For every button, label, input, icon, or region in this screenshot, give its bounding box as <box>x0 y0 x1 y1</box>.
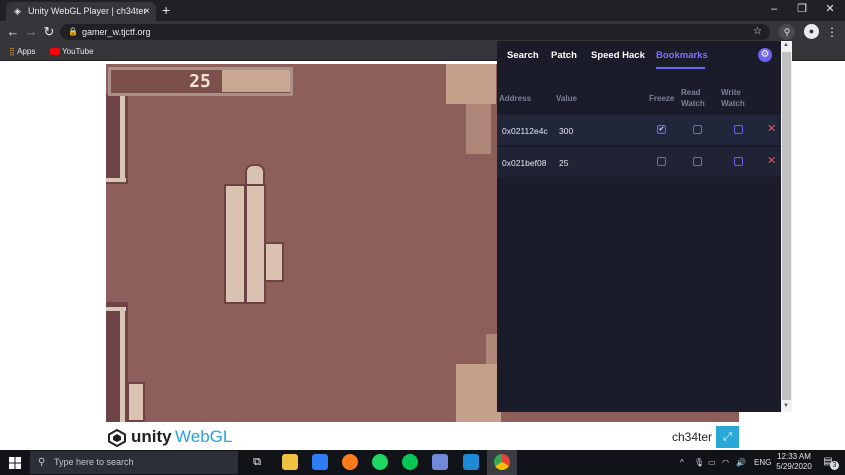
back-arrow-icon[interactable]: ← <box>4 21 22 43</box>
row-address: 0x021bef08 <box>502 158 547 168</box>
crate-seam <box>244 184 247 304</box>
search-icon: ⚲ <box>38 457 46 468</box>
row-address: 0x02112e4c <box>502 126 548 136</box>
scrollbar-thumb[interactable] <box>782 52 791 400</box>
hud-bar <box>222 70 290 92</box>
bookmark-star-icon[interactable]: ☆ <box>753 24 762 40</box>
apps-grid-icon: ⣿ <box>9 47 15 56</box>
tab-close-icon[interactable]: × <box>144 2 150 21</box>
battery-icon[interactable]: ▭ <box>708 450 716 475</box>
col-value: Value <box>556 94 577 103</box>
wall-ledge <box>106 307 126 311</box>
reload-icon[interactable]: ↻ <box>40 21 58 43</box>
language-indicator[interactable]: ENG <box>754 450 771 475</box>
restore-button[interactable]: ❐ <box>787 0 817 21</box>
col-read-watch-line1: Read <box>681 88 701 97</box>
wall-pillar <box>120 94 125 182</box>
discord-icon[interactable] <box>432 454 448 470</box>
clock[interactable]: 12:33 AM 5/29/2020 <box>776 452 812 472</box>
freeze-checkbox[interactable]: ✔ <box>657 125 666 134</box>
crate-top <box>245 164 265 186</box>
browser-tab[interactable]: ◈ Unity WebGL Player | ch34ter × <box>6 2 156 21</box>
scroll-up-icon[interactable]: ▲ <box>783 42 789 48</box>
read-watch-checkbox[interactable] <box>693 157 702 166</box>
file-explorer-icon[interactable] <box>282 454 298 470</box>
clock-time: 12:33 AM <box>777 452 811 461</box>
search-placeholder: Type here to search <box>54 457 134 467</box>
clock-date: 5/29/2020 <box>776 462 812 471</box>
settings-gear-icon[interactable]: ⚙ <box>758 48 772 62</box>
chrome-menu-icon[interactable]: ⋮ <box>826 21 838 43</box>
delete-icon[interactable]: ✕ <box>767 154 776 167</box>
read-watch-checkbox[interactable] <box>693 125 702 134</box>
new-tab-button[interactable]: + <box>162 1 170 19</box>
game-title: ch34ter <box>672 430 713 444</box>
chat-app-icon[interactable] <box>312 454 328 470</box>
write-watch-checkbox[interactable] <box>734 125 743 134</box>
youtube-icon <box>50 48 60 56</box>
fullscreen-button[interactable]: ⤢ <box>716 426 739 448</box>
write-watch-checkbox[interactable] <box>734 157 743 166</box>
col-address: Address <box>499 94 532 103</box>
col-freeze: Freeze <box>649 94 675 103</box>
unity-favicon-icon: ◈ <box>14 6 21 16</box>
firefox-icon[interactable] <box>342 454 358 470</box>
close-window-button[interactable]: ✕ <box>815 0 845 21</box>
col-write-watch-line1: Write <box>721 88 741 97</box>
row-value[interactable]: 300 <box>559 126 573 136</box>
lock-icon: 🔒 <box>68 27 78 36</box>
wifi-icon[interactable]: ◠ <box>722 450 729 475</box>
microphone-icon[interactable]: 🎙 <box>694 450 704 475</box>
scroll-down-icon[interactable]: ▼ <box>783 403 789 409</box>
extension-icon[interactable]: ⚲ <box>779 24 795 40</box>
crate-stack <box>127 382 145 422</box>
tab-title: Unity WebGL Player | ch34ter <box>28 6 147 16</box>
spotify-icon[interactable] <box>372 454 388 470</box>
bookmark-youtube[interactable]: YouTube <box>50 43 94 60</box>
wall-ledge <box>106 178 126 182</box>
active-tab-indicator <box>656 67 705 69</box>
tab-search[interactable]: Search <box>507 50 539 61</box>
unity-logo-icon <box>108 429 126 447</box>
wall-pillar <box>120 309 125 422</box>
windows-start-icon[interactable] <box>9 457 21 469</box>
col-read-watch-line2: Watch <box>681 99 705 108</box>
hud-counter: 25 <box>189 71 211 92</box>
volume-icon[interactable]: 🔊 <box>736 450 746 475</box>
tab-patch[interactable]: Patch <box>551 50 577 61</box>
player-sprite <box>264 242 284 282</box>
minimize-button[interactable]: – <box>759 0 789 21</box>
freeze-checkbox[interactable] <box>657 157 666 166</box>
tab-speed-hack[interactable]: Speed Hack <box>591 50 645 61</box>
bookmark-apps[interactable]: ⣿ Apps <box>9 43 35 60</box>
tray-chevron-icon[interactable]: ^ <box>680 450 684 475</box>
forward-arrow-icon[interactable]: → <box>22 21 40 43</box>
task-view-icon[interactable]: ⧉ <box>249 454 265 470</box>
sand-patch <box>466 94 491 154</box>
vscode-icon[interactable] <box>463 454 479 470</box>
chrome-icon[interactable] <box>494 454 510 470</box>
unity-brand-text: unity <box>131 427 172 446</box>
delete-icon[interactable]: ✕ <box>767 122 776 135</box>
url-text: gamer_w.tjctf.org <box>82 27 151 37</box>
taskbar-search-box[interactable]: ⚲ Type here to search <box>30 451 238 474</box>
col-write-watch-line2: Watch <box>721 99 745 108</box>
webgl-brand-text: WebGL <box>175 427 233 446</box>
line-icon[interactable] <box>402 454 418 470</box>
profile-avatar-icon[interactable]: ● <box>804 24 819 39</box>
address-bar[interactable]: 🔒 gamer_w.tjctf.org ☆ <box>60 24 770 40</box>
tab-bookmarks[interactable]: Bookmarks <box>656 50 708 61</box>
notification-count-badge: 3 <box>830 461 839 470</box>
row-value[interactable]: 25 <box>559 158 568 168</box>
